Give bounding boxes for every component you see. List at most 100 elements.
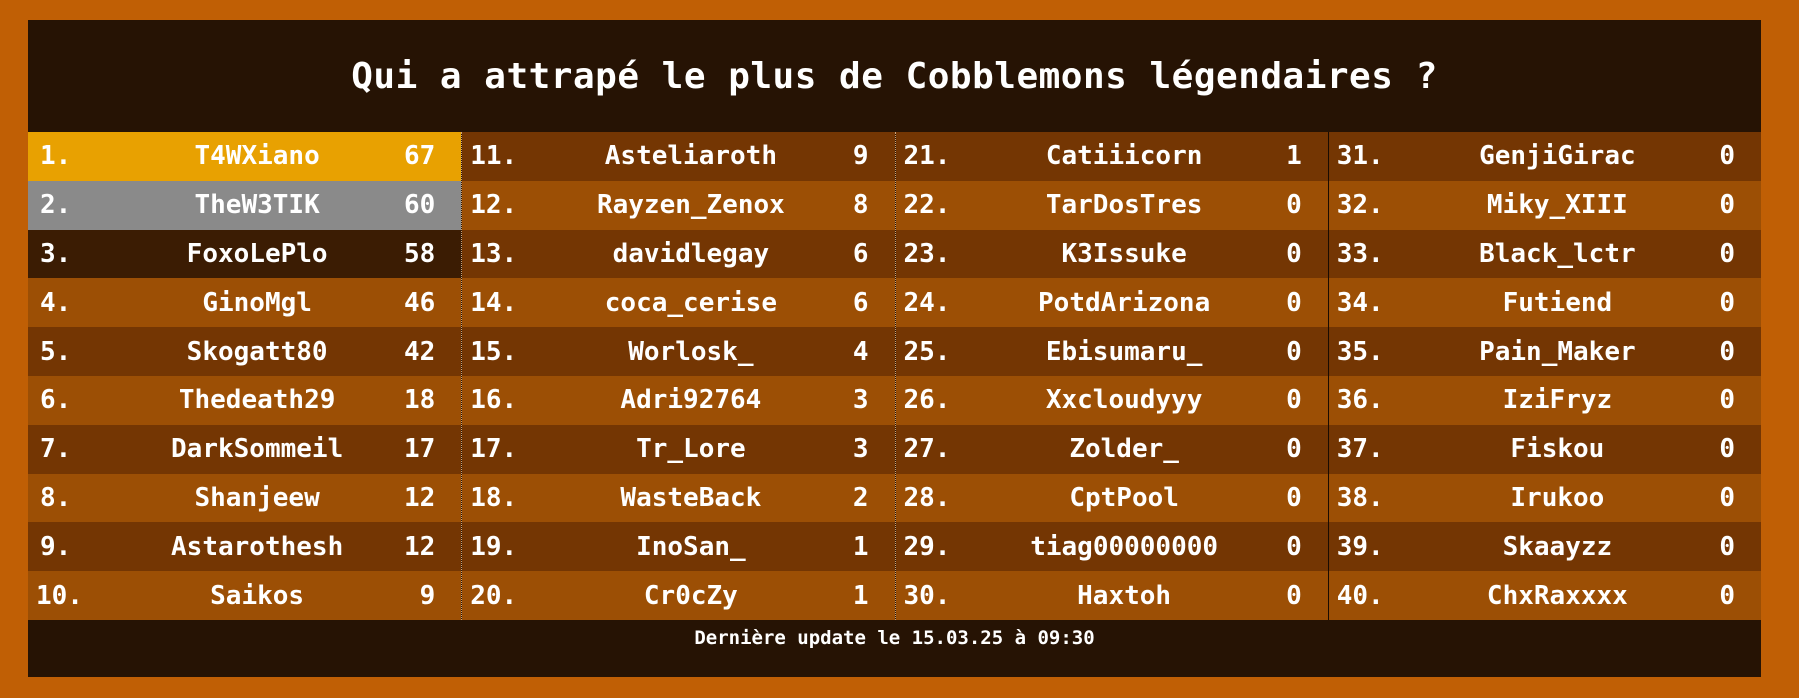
catch-count: 9 [852, 141, 869, 172]
leaderboard-row: 22. TarDosTres 0 [895, 180, 1328, 230]
catch-count: 42 [403, 336, 436, 367]
rank-label: 6. [40, 385, 72, 416]
rank-label: 27. [903, 434, 951, 465]
player-name: Shanjeew [194, 482, 320, 513]
catch-count: 60 [403, 190, 436, 221]
rank-label: 5. [40, 336, 72, 367]
leaderboard-row: 25. Ebisumaru_ 0 [895, 327, 1328, 376]
player-name: Asteliaroth [604, 141, 777, 172]
player-name: Catiiicorn [1045, 141, 1203, 172]
leaderboard-row: 10. Saikos 9 [28, 571, 462, 620]
leaderboard-row: 40. ChxRaxxxx 0 [1328, 571, 1761, 620]
catch-count: 0 [1719, 238, 1735, 269]
rank-label: 14. [470, 287, 518, 318]
catch-count: 18 [403, 385, 436, 416]
player-name: davidlegay [612, 238, 770, 269]
leaderboard-row: 32. Miky_XIII 0 [1328, 180, 1761, 230]
player-name: Adri92764 [620, 385, 762, 416]
leaderboard-column-3: 21. Catiiicorn 1 22. TarDosTres 0 23. K3Issuk… [894, 132, 1328, 620]
rank-label: 3. [40, 238, 72, 269]
leaderboard-row: 2. TheW3TIK 60 [28, 180, 462, 230]
rank-label: 15. [470, 336, 518, 367]
rank-label: 28. [903, 482, 951, 513]
leaderboard-column-2: 11. Asteliaroth 9 12. Rayzen_Zenox 8 13. davi… [461, 132, 895, 620]
catch-count: 0 [1286, 531, 1302, 562]
catch-count: 0 [1286, 287, 1302, 318]
player-name: Pain_Maker [1479, 336, 1636, 367]
rank-label: 12. [470, 190, 518, 221]
leaderboard-row: 18. WasteBack 2 [462, 473, 895, 523]
player-name: Haxtoh [1077, 580, 1172, 611]
rank-label: 10. [36, 580, 83, 611]
rank-label: 2. [40, 190, 72, 221]
rank-label: 23. [903, 238, 951, 269]
player-name: TheW3TIK [194, 190, 320, 221]
player-name: coca_cerise [604, 287, 777, 318]
catch-count: 0 [1719, 434, 1735, 465]
leaderboard-row: 37. Fiskou 0 [1328, 424, 1761, 474]
player-name: Ebisumaru_ [1045, 336, 1203, 367]
catch-count: 0 [1286, 580, 1302, 611]
rank-label: 36. [1336, 385, 1384, 416]
leaderboard-row: 19. InoSan_ 1 [462, 522, 895, 572]
rank-label: 24. [903, 287, 951, 318]
player-name: Astarothesh [171, 531, 344, 562]
catch-count: 58 [403, 238, 436, 269]
player-name: PotdArizona [1038, 287, 1211, 318]
leaderboard-row: 38. Irukoo 0 [1328, 473, 1761, 523]
rank-label: 32. [1336, 190, 1384, 221]
leaderboard-row: 35. Pain_Maker 0 [1328, 327, 1761, 376]
catch-count: 6 [852, 238, 869, 269]
leaderboard-column-4: 31. GenjiGirac 0 32. Miky_XIII 0 33. Black_lc… [1327, 132, 1761, 620]
leaderboard-row: 8. Shanjeew 12 [28, 473, 462, 523]
leaderboard-column-1: 1. T4WXiano 67 2. TheW3TIK 60 3. FoxoLePlo 58 … [28, 132, 462, 620]
catch-count: 67 [403, 141, 436, 172]
rank-label: 19. [470, 531, 518, 562]
leaderboard-row: 27. Zolder_ 0 [895, 424, 1328, 474]
catch-count: 8 [852, 190, 869, 221]
catch-count: 0 [1719, 531, 1735, 562]
leaderboard-row: 24. PotdArizona 0 [895, 278, 1328, 328]
rank-label: 1. [40, 141, 72, 172]
catch-count: 0 [1719, 336, 1735, 367]
leaderboard-row: 20. Cr0cZy 1 [462, 571, 895, 620]
catch-count: 0 [1719, 385, 1735, 416]
rank-label: 7. [40, 434, 72, 465]
catch-count: 46 [403, 287, 436, 318]
leaderboard-row: 12. Rayzen_Zenox 8 [462, 180, 895, 230]
player-name: GenjiGirac [1479, 141, 1636, 172]
leaderboard-row: 4. GinoMgl 46 [28, 278, 462, 328]
rank-label: 30. [903, 580, 951, 611]
player-name: Skaayzz [1502, 531, 1613, 562]
catch-count: 3 [852, 434, 869, 465]
leaderboard-row: 15. Worlosk_ 4 [462, 327, 895, 376]
catch-count: 0 [1286, 238, 1302, 269]
leaderboard-row: 29. tiag00000000 0 [895, 522, 1328, 572]
rank-label: 33. [1336, 238, 1384, 269]
leaderboard-row: 13. davidlegay 6 [462, 229, 895, 279]
catch-count: 17 [403, 434, 436, 465]
catch-count: 0 [1719, 141, 1735, 172]
player-name: TarDosTres [1045, 190, 1203, 221]
leaderboard-row: 11. Asteliaroth 9 [462, 132, 895, 181]
catch-count: 0 [1286, 336, 1302, 367]
leaderboard-row: 31. GenjiGirac 0 [1328, 132, 1761, 181]
catch-count: 0 [1719, 580, 1735, 611]
player-name: Irukoo [1510, 482, 1605, 513]
leaderboard-row: 34. Futiend 0 [1328, 278, 1761, 328]
rank-label: 40. [1336, 580, 1384, 611]
rank-label: 34. [1336, 287, 1384, 318]
player-name: InoSan_ [636, 531, 746, 562]
rank-label: 29. [903, 531, 951, 562]
rank-label: 17. [470, 434, 518, 465]
player-name: Thedeath29 [178, 385, 336, 416]
leaderboard-row: 1. T4WXiano 67 [28, 132, 462, 181]
player-name: ChxRaxxxx [1486, 580, 1628, 611]
player-name: Tr_Lore [636, 434, 746, 465]
player-name: IziFryz [1502, 385, 1613, 416]
player-name: Black_lctr [1479, 238, 1636, 269]
player-name: T4WXiano [194, 141, 320, 172]
player-name: GinoMgl [202, 287, 312, 318]
rank-label: 9. [40, 531, 72, 562]
catch-count: 0 [1286, 385, 1302, 416]
